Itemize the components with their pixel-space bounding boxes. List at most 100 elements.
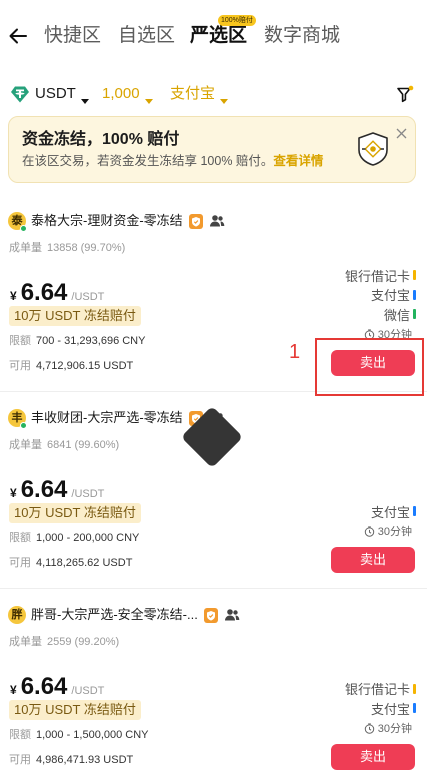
payment-color-bar xyxy=(413,683,416,694)
available-row: 可用 4,986,471.93 USDT xyxy=(9,753,133,767)
close-icon[interactable] xyxy=(396,126,407,139)
payment-methods: 银行借记卡 支付宝 xyxy=(345,594,416,718)
payment-method: 支付宝 xyxy=(371,285,416,305)
clock-icon xyxy=(364,722,375,734)
payment-color-bar xyxy=(413,703,416,714)
price-value: 6.64 xyxy=(20,673,68,700)
payment-method: 支付宝 xyxy=(371,502,416,522)
payment-method-label: 银行借记卡 xyxy=(344,268,410,284)
merchant-name-row: 胖哥-大宗严选-安全零冻结-... xyxy=(31,605,240,625)
available-value: 4,118,265.62 USDT xyxy=(36,557,133,569)
coin-label: USDT xyxy=(35,85,76,102)
guarantee-tag: 10万 USDT 冻结赔付 xyxy=(9,306,141,326)
annotation-label: 1 xyxy=(289,341,301,363)
available-value: 4,986,471.93 USDT xyxy=(36,754,134,766)
tab-quick-zone[interactable]: 快捷区 xyxy=(44,24,101,48)
merchant-name[interactable]: 泰格大宗-理财资金-零冻结 xyxy=(31,211,183,231)
payment-method: 银行借记卡 xyxy=(345,266,416,286)
payment-color-bar xyxy=(413,309,416,320)
payment-time-limit: 30分钟 xyxy=(364,721,412,735)
available-row: 可用 4,712,906.15 USDT xyxy=(9,359,133,373)
back-arrow-icon[interactable] xyxy=(8,27,28,45)
payment-method-label: 银行借记卡 xyxy=(344,682,410,698)
price-row: ¥ 6.64 /USDT xyxy=(10,475,104,505)
limit-value: 1,000 - 200,000 CNY xyxy=(36,532,140,544)
group-icon xyxy=(209,214,225,229)
limit-value: 1,000 - 1,500,000 CNY xyxy=(36,729,149,741)
available-label: 可用 xyxy=(9,754,31,766)
chevron-down-icon xyxy=(80,91,89,104)
time-value: 30分钟 xyxy=(377,723,412,735)
verified-merchant-icon xyxy=(203,607,218,623)
guarantee-tag: 10万 USDT 冻结赔付 xyxy=(9,700,141,720)
payment-method-label: 支付宝 xyxy=(370,701,410,717)
view-details-link[interactable]: 查看详情 xyxy=(273,154,323,168)
available-label: 可用 xyxy=(9,557,31,569)
clock-icon xyxy=(364,525,375,537)
shield-icon xyxy=(356,131,390,167)
price-value: 6.64 xyxy=(20,476,68,503)
limit-label: 限额 xyxy=(9,532,31,544)
payment-method-label: 支付宝 xyxy=(370,288,410,304)
available-label: 可用 xyxy=(9,360,31,372)
limit-label: 限额 xyxy=(9,729,31,741)
sell-button[interactable]: 卖出 xyxy=(331,547,415,573)
online-status-dot xyxy=(20,422,27,429)
payment-color-bar xyxy=(413,506,416,517)
limit-row: 限额 1,000 - 1,500,000 CNY xyxy=(9,728,149,742)
merchant-ad-card[interactable]: 胖 胖哥-大宗严选-安全零冻结-... 成单量 2559 (99.20%) ¥ 6… xyxy=(0,594,427,783)
compensation-banner: 资金冻结，100% 赔付 在该区交易，若资金发生冻结享 100% 赔付。查看详情 xyxy=(8,116,416,183)
orders-value: 6841 (99.60%) xyxy=(47,439,120,451)
chevron-down-icon xyxy=(220,91,229,104)
payment-method: 银行借记卡 xyxy=(345,679,416,699)
annotation-highlight-box xyxy=(315,338,424,396)
payment-time-limit: 30分钟 xyxy=(364,524,412,538)
guarantee-tag: 10万 USDT 冻结赔付 xyxy=(9,503,141,523)
orders-value: 13858 (99.70%) xyxy=(47,242,126,254)
merchant-avatar[interactable]: 胖 xyxy=(8,606,26,624)
price-row: ¥ 6.64 /USDT xyxy=(10,278,104,308)
payment-method-label: 支付宝 xyxy=(370,504,410,520)
limit-label: 限额 xyxy=(9,335,31,347)
tab-favorites-zone[interactable]: 自选区 xyxy=(118,24,175,48)
orders-label: 成单量 xyxy=(9,439,42,451)
orders-label: 成单量 xyxy=(9,242,42,254)
payment-method-selector[interactable]: 支付宝 xyxy=(170,84,229,104)
tab-compensation-badge: 100%赔付 xyxy=(218,15,256,26)
divider xyxy=(0,588,427,589)
verified-merchant-icon xyxy=(188,213,203,229)
merchant-name-row: 泰格大宗-理财资金-零冻结 xyxy=(31,211,225,231)
merchant-name[interactable]: 丰收财团-大宗严选-零冻结 xyxy=(31,408,183,428)
limit-value: 700 - 31,293,696 CNY xyxy=(36,335,146,347)
order-stats: 成单量 13858 (99.70%) xyxy=(9,241,125,255)
tether-icon xyxy=(10,84,30,104)
chevron-down-icon xyxy=(144,91,153,104)
price-value: 6.64 xyxy=(20,279,68,306)
time-value: 30分钟 xyxy=(377,526,412,538)
available-row: 可用 4,118,265.62 USDT xyxy=(9,556,132,570)
group-icon xyxy=(224,608,240,623)
amount-value: 1,000 xyxy=(102,85,140,102)
tab-digital-mall[interactable]: 数字商城 xyxy=(264,24,340,48)
payment-method: 支付宝 xyxy=(371,699,416,719)
amount-selector[interactable]: 1,000 xyxy=(102,84,153,104)
banner-title: 资金冻结，100% 赔付 xyxy=(22,131,180,148)
payment-method-label: 微信 xyxy=(383,307,410,323)
orders-value: 2559 (99.20%) xyxy=(47,636,120,648)
funnel-filter-icon[interactable] xyxy=(396,85,414,103)
price-row: ¥ 6.64 /USDT xyxy=(10,672,104,702)
merchant-name[interactable]: 胖哥-大宗严选-安全零冻结-... xyxy=(31,605,198,625)
orders-label: 成单量 xyxy=(9,636,42,648)
limit-row: 限额 1,000 - 200,000 CNY xyxy=(9,531,139,545)
online-status-dot xyxy=(20,225,27,232)
payment-color-bar xyxy=(413,289,416,300)
sell-button[interactable]: 卖出 xyxy=(331,744,415,770)
order-stats: 成单量 2559 (99.20%) xyxy=(9,635,119,649)
tab-selected-zone[interactable]: 严选区 xyxy=(190,24,247,48)
banner-description: 在该区交易，若资金发生冻结享 100% 赔付。 xyxy=(22,154,274,168)
payment-method: 微信 xyxy=(384,305,416,325)
coin-selector[interactable]: USDT xyxy=(10,84,89,104)
payment-method-value: 支付宝 xyxy=(170,85,216,102)
limit-row: 限额 700 - 31,293,696 CNY xyxy=(9,334,145,348)
payment-methods: 银行借记卡 支付宝 微信 xyxy=(345,200,416,324)
